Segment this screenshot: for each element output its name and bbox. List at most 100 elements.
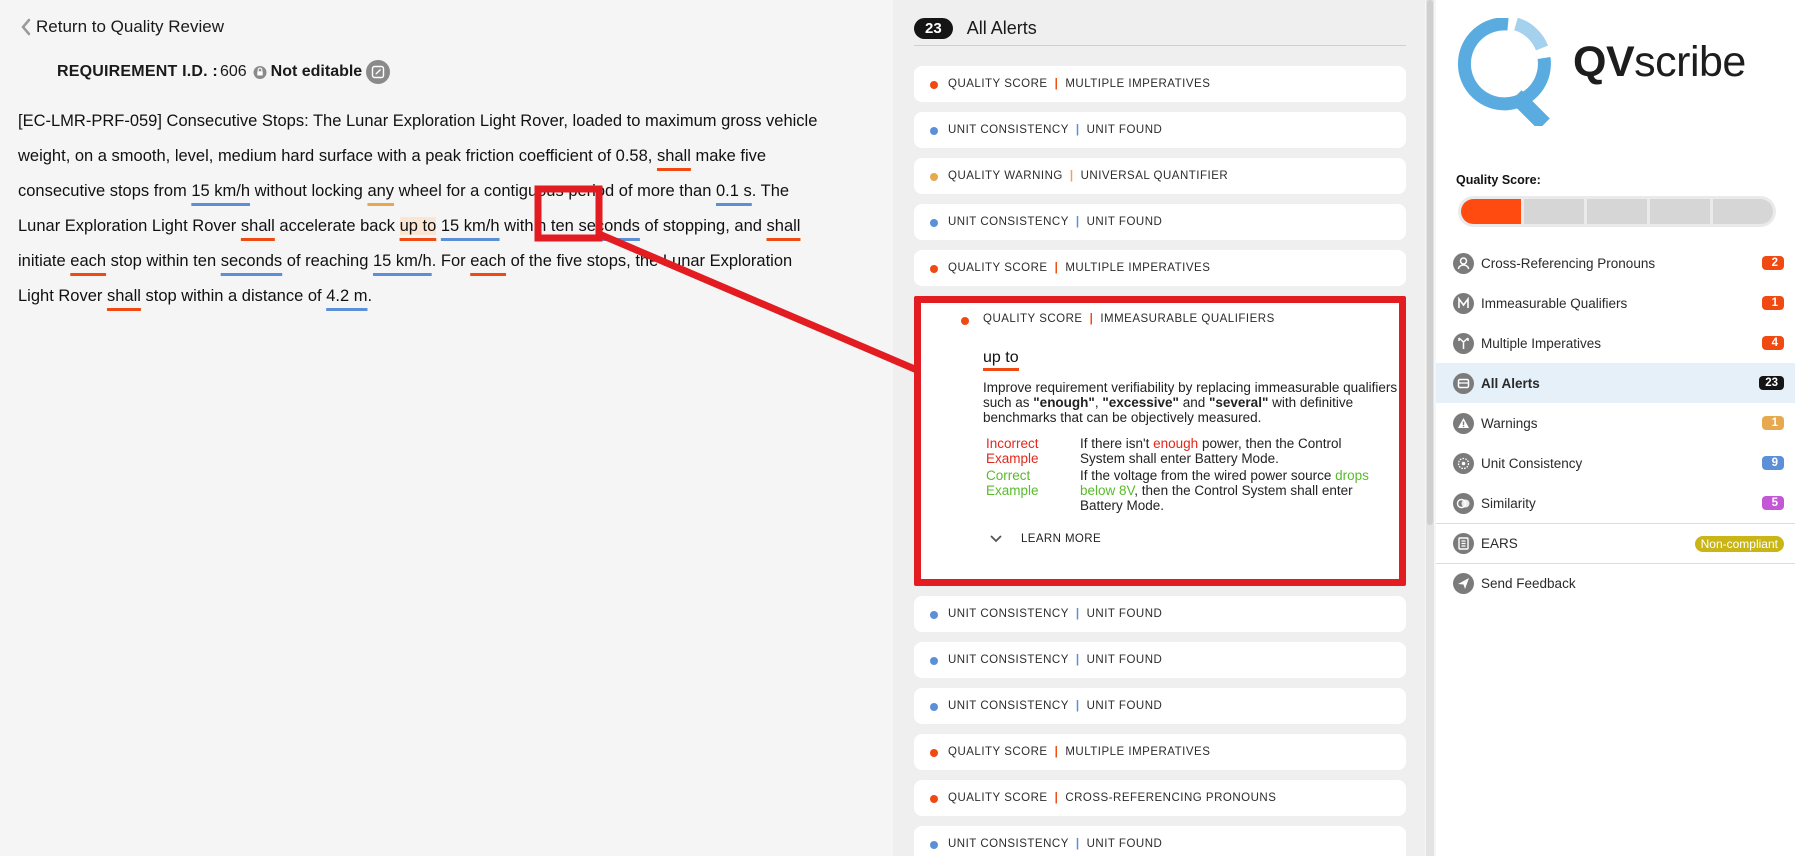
requirement-id: 606 (219, 63, 247, 80)
alert-card[interactable]: QUALITY WARNING | UNIVERSAL QUANTIFIER (914, 158, 1406, 194)
sidebar-item-label: All Alerts (1481, 375, 1540, 391)
quality-score-segment (1713, 199, 1773, 224)
alert-category: UNIT CONSISTENCY (948, 700, 1069, 712)
sidebar-item-multiple-imperatives[interactable]: Multiple Imperatives 4 (1436, 323, 1795, 363)
requirement-text-run: . For (431, 252, 471, 270)
sidebar-item-unit-consistency[interactable]: Unit Consistency 9 (1436, 443, 1795, 483)
highlighted-term[interactable]: any (367, 182, 394, 200)
alert-category: UNIT CONSISTENCY (948, 608, 1069, 620)
highlighted-term[interactable]: each (70, 252, 106, 270)
desc-quote: "enough" (1033, 395, 1095, 410)
count-badge: 2 (1762, 256, 1784, 270)
alert-card[interactable]: QUALITY SCORE | CROSS-REFERENCING PRONOU… (914, 780, 1406, 816)
return-link[interactable]: Return to Quality Review (18, 16, 224, 38)
requirement-text-run: . (367, 287, 373, 305)
highlighted-term[interactable]: 15 km/h (191, 182, 250, 200)
requirement-text-run: stop within a distance of (140, 287, 327, 305)
highlighted-term[interactable]: seconds (578, 217, 639, 235)
highlighted-term[interactable]: shall (657, 147, 691, 165)
alert-type: MULTIPLE IMPERATIVES (1065, 262, 1211, 274)
alert-card[interactable]: UNIT CONSISTENCY | UNIT FOUND (914, 642, 1406, 678)
highlighted-term[interactable]: seconds (221, 252, 282, 270)
alert-separator: | (1089, 313, 1094, 325)
desc-quote: "excessive" (1102, 395, 1179, 410)
alert-separator: | (1069, 170, 1074, 182)
alert-separator: | (1075, 838, 1080, 850)
severity-dot (930, 795, 938, 803)
alert-type: MULTIPLE IMPERATIVES (1065, 746, 1211, 758)
alert-card-expanded[interactable]: QUALITY SCORE | IMMEASURABLE QUALIFIERS … (914, 296, 1406, 586)
requirement-text-run: within ten (499, 217, 579, 235)
scrollbar-thumb[interactable] (1427, 0, 1433, 525)
sidebar-nav: Cross-Referencing Pronouns 2 Immeasurable… (1436, 243, 1795, 603)
alert-separator: | (1054, 78, 1059, 90)
qvscribe-logo: QVscribe (1456, 18, 1746, 126)
requirement-text-run: wheel for a contiguous period of more th… (394, 182, 716, 200)
learn-more-toggle[interactable]: LEARN MORE (983, 533, 1383, 545)
alert-type: UNIT FOUND (1086, 608, 1163, 620)
requirement-text-run: initiate (18, 252, 71, 270)
alert-type: UNIT FOUND (1086, 700, 1163, 712)
alert-card[interactable]: QUALITY SCORE | MULTIPLE IMPERATIVES (914, 250, 1406, 286)
alert-category: QUALITY SCORE (948, 746, 1048, 758)
alert-category: UNIT CONSISTENCY (948, 838, 1069, 850)
alert-card[interactable]: UNIT CONSISTENCY | UNIT FOUND (914, 688, 1406, 724)
sidebar-item-cross-referencing-pronouns[interactable]: Cross-Referencing Pronouns 2 (1436, 243, 1795, 283)
brand-wordmark: QVscribe (1573, 38, 1746, 87)
sidebar-item-all-alerts[interactable]: All Alerts 23 (1436, 363, 1795, 403)
quality-score-bar (1458, 196, 1776, 227)
highlighted-term[interactable]: shall (767, 217, 801, 235)
alert-card[interactable]: UNIT CONSISTENCY | UNIT FOUND (914, 204, 1406, 240)
quality-score-segment (1650, 199, 1710, 224)
sidebar-item-label: Unit Consistency (1481, 455, 1583, 471)
sidebar-item-send-feedback[interactable]: Send Feedback (1436, 563, 1795, 603)
highlighted-term[interactable]: up to (399, 217, 437, 235)
alert-separator: | (1075, 216, 1080, 228)
alert-category: UNIT CONSISTENCY (948, 124, 1069, 136)
severity-dot (930, 703, 938, 711)
severity-dot (930, 611, 938, 619)
alert-type: UNIT FOUND (1086, 124, 1163, 136)
alert-separator: | (1054, 746, 1059, 758)
correct-example-label: Correct Example (986, 468, 1039, 498)
alert-card[interactable]: UNIT CONSISTENCY | UNIT FOUND (914, 112, 1406, 148)
sidebar-item-label: Multiple Imperatives (1481, 335, 1602, 351)
alerts-header: 23 All Alerts (914, 12, 1406, 46)
severity-dot (930, 81, 938, 89)
quality-score-segment (1524, 199, 1584, 224)
sidebar-item-ears[interactable]: EARS Non-compliant (1436, 523, 1795, 563)
count-badge: 4 (1762, 336, 1784, 350)
highlighted-term[interactable]: 15 km/h (373, 252, 432, 270)
highlighted-term[interactable]: shall (241, 217, 275, 235)
severity-dot (930, 265, 938, 273)
highlighted-term[interactable]: 0.1 s (716, 182, 752, 200)
sidebar-item-immeasurable-qualifiers[interactable]: Immeasurable Qualifiers 1 (1436, 283, 1795, 323)
alerts-scrollbar[interactable] (1426, 0, 1434, 856)
pronoun-icon (1453, 252, 1474, 274)
highlighted-term[interactable]: 15 km/h (441, 217, 500, 235)
alert-category: QUALITY SCORE (948, 792, 1048, 804)
count-badge: Non-compliant (1694, 535, 1784, 552)
alert-card[interactable]: UNIT CONSISTENCY | UNIT FOUND (914, 596, 1406, 632)
alert-card[interactable]: QUALITY SCORE | MULTIPLE IMPERATIVES (914, 734, 1406, 770)
alert-card[interactable]: UNIT CONSISTENCY | UNIT FOUND (914, 826, 1406, 856)
severity-dot (961, 317, 969, 325)
requirement-text-run: of reaching (282, 252, 373, 270)
qualifier-icon (1453, 292, 1474, 314)
severity-dot (930, 657, 938, 665)
alert-separator: | (1054, 792, 1059, 804)
learn-more-label: LEARN MORE (1021, 533, 1102, 545)
alert-category: QUALITY SCORE (948, 262, 1048, 274)
highlighted-term[interactable]: 4.2 m (326, 287, 367, 305)
highlighted-term[interactable]: each (470, 252, 506, 270)
sidebar-item-label: Cross-Referencing Pronouns (1481, 255, 1656, 271)
highlighted-term[interactable]: shall (107, 287, 141, 305)
severity-dot (930, 173, 938, 181)
requirement-text-run: of stopping, and (639, 217, 767, 235)
alert-card[interactable]: QUALITY SCORE | MULTIPLE IMPERATIVES (914, 66, 1406, 102)
edit-icon[interactable] (366, 60, 391, 84)
desc-text: and (1178, 395, 1209, 410)
alert-separator: | (1075, 700, 1080, 712)
sidebar-item-warnings[interactable]: Warnings 1 (1436, 403, 1795, 443)
sidebar-item-similarity[interactable]: Similarity 5 (1436, 483, 1795, 523)
